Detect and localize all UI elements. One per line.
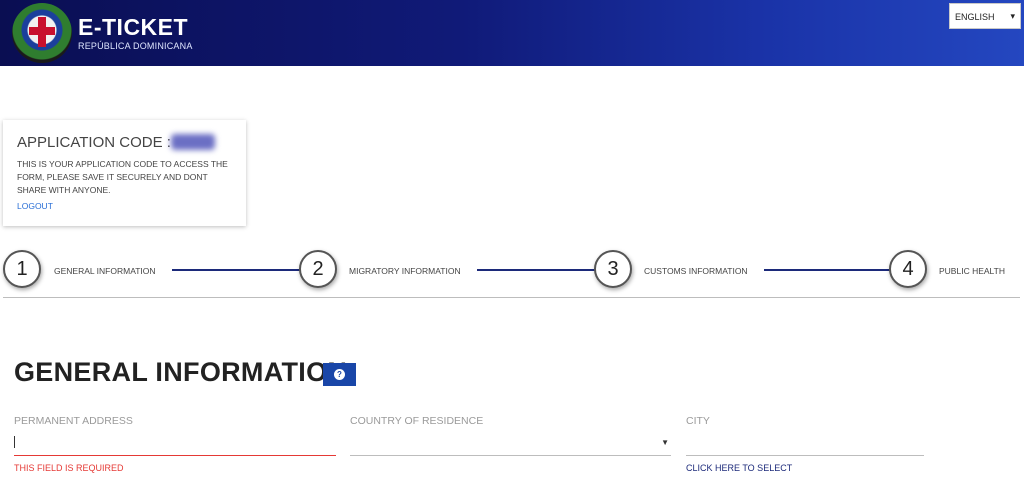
country-of-residence-label: COUNTRY OF RESIDENCE: [350, 415, 484, 427]
top-header: E-TICKET REPÚBLICA DOMINICANA ENGLISH ▾: [0, 0, 1024, 66]
permanent-address-error: THIS FIELD IS REQUIRED: [14, 463, 124, 473]
application-code-card: APPLICATION CODE : THIS IS YOUR APPLICAT…: [3, 120, 246, 226]
permanent-address-label: PERMANENT ADDRESS: [14, 415, 133, 427]
step-connector-1: [172, 269, 300, 271]
language-select[interactable]: ENGLISH ▾: [949, 3, 1021, 29]
city-input[interactable]: [686, 430, 924, 456]
city-select-link[interactable]: CLICK HERE TO SELECT: [686, 463, 792, 473]
help-button[interactable]: ?: [323, 363, 356, 386]
step-connector-2: [477, 269, 595, 271]
chevron-down-icon: ▾: [1010, 11, 1015, 21]
step-3-circle[interactable]: 3: [594, 250, 632, 288]
step-4-label: PUBLIC HEALTH: [939, 266, 1005, 276]
step-2-label: MIGRATORY INFORMATION: [349, 266, 461, 276]
brand-title: E-TICKET: [78, 14, 189, 40]
step-1-label: GENERAL INFORMATION: [54, 266, 156, 276]
application-code-label: APPLICATION CODE :: [17, 134, 171, 151]
language-select-value: ENGLISH: [955, 12, 995, 22]
country-of-residence-select[interactable]: ▼: [350, 430, 671, 456]
brand-subtitle: REPÚBLICA DOMINICANA: [78, 41, 193, 51]
coat-of-arms-logo: [12, 3, 72, 63]
step-4-circle[interactable]: 4: [889, 250, 927, 288]
question-icon: ?: [334, 369, 345, 380]
text-caret: [14, 436, 15, 448]
city-label: CITY: [686, 415, 710, 427]
stepper-divider: [3, 297, 1020, 298]
permanent-address-input[interactable]: [14, 430, 336, 456]
step-1-circle[interactable]: 1: [3, 250, 41, 288]
step-3-label: CUSTOMS INFORMATION: [644, 266, 748, 276]
dropdown-arrow-icon: ▼: [661, 438, 669, 447]
section-title: GENERAL INFORMATION: [14, 357, 348, 387]
application-code-redacted: [171, 134, 215, 150]
application-code-description: THIS IS YOUR APPLICATION CODE TO ACCESS …: [17, 159, 228, 195]
step-2-circle[interactable]: 2: [299, 250, 337, 288]
logout-link[interactable]: LOGOUT: [17, 201, 53, 211]
step-connector-3: [764, 269, 890, 271]
